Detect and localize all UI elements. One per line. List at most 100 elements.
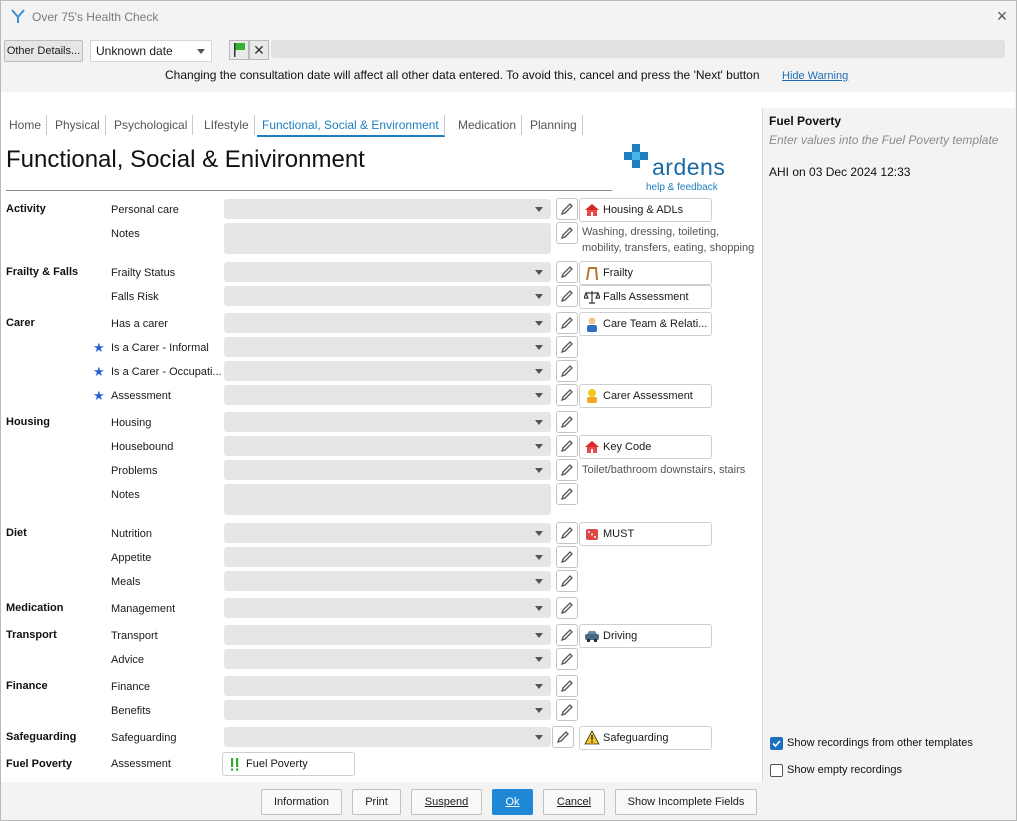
cancel-button[interactable]: Cancel [543, 789, 605, 815]
clear-date-button[interactable]: ✕ [249, 40, 269, 60]
must-button[interactable]: MUST [579, 522, 712, 546]
tab-lifestyle[interactable]: LIfestyle [199, 115, 255, 135]
falls-risk-select[interactable] [224, 286, 551, 306]
edit-pencil-button[interactable] [556, 624, 578, 646]
print-button[interactable]: Print [352, 789, 401, 815]
window-title: Over 75's Health Check [32, 10, 159, 24]
edit-pencil-button[interactable] [556, 648, 578, 670]
tab-home[interactable]: Home [4, 115, 48, 135]
close-icon[interactable]: × [993, 7, 1011, 25]
show-other-templates-label: Show recordings from other templates [787, 737, 973, 749]
driving-button[interactable]: Driving [579, 624, 712, 648]
carer-assessment-select[interactable] [224, 385, 551, 405]
tab-psychological[interactable]: Psychological [109, 115, 194, 135]
tab-functional-social-environment[interactable]: Functional, Social & Environment [257, 115, 445, 137]
carer-assessment-button[interactable]: Carer Assessment [579, 384, 712, 408]
other-details-button[interactable]: Other Details... [4, 40, 83, 62]
management-select[interactable] [224, 598, 551, 618]
edit-pencil-button[interactable] [556, 570, 578, 592]
show-other-templates-checkbox[interactable] [770, 737, 783, 750]
housing-adls-button[interactable]: Housing & ADLs [579, 198, 712, 222]
housing-select[interactable] [224, 412, 551, 432]
tab-medication[interactable]: Medication [453, 115, 523, 135]
finance-select[interactable] [224, 676, 551, 696]
has-carer-select[interactable] [224, 313, 551, 333]
consultation-date-select[interactable]: Unknown date [90, 40, 212, 62]
help-feedback-link[interactable]: help & feedback [646, 182, 718, 193]
recording-entry[interactable]: AHI on 03 Dec 2024 12:33 [769, 165, 910, 179]
label-finance: Finance [111, 681, 151, 693]
edit-pencil-button[interactable] [552, 726, 574, 748]
falls-assessment-button[interactable]: Falls Assessment [579, 285, 712, 309]
chevron-down-icon [535, 393, 543, 398]
edit-pencil-button[interactable] [556, 699, 578, 721]
star-icon: ★ [93, 340, 105, 355]
benefits-select[interactable] [224, 700, 551, 720]
show-incomplete-fields-button[interactable]: Show Incomplete Fields [615, 789, 757, 815]
label-activity-notes: Notes [111, 228, 140, 240]
fuel-poverty-button[interactable]: Fuel Poverty [222, 752, 355, 776]
pencil-icon [560, 440, 573, 453]
chevron-down-icon [535, 555, 543, 560]
safeguarding-button[interactable]: Safeguarding [579, 726, 712, 750]
edit-pencil-button[interactable] [556, 435, 578, 457]
meals-select[interactable] [224, 571, 551, 591]
edit-pencil-button[interactable] [556, 285, 578, 307]
pencil-icon [560, 704, 573, 717]
pencil-icon [560, 629, 573, 642]
edit-pencil-button[interactable] [556, 312, 578, 334]
appetite-select[interactable] [224, 547, 551, 567]
activity-hint-line-2: mobility, transfers, eating, shopping [582, 242, 755, 254]
edit-pencil-button[interactable] [556, 483, 578, 505]
tab-planning[interactable]: Planning [525, 115, 583, 135]
edit-pencil-button[interactable] [556, 546, 578, 568]
edit-pencil-button[interactable] [556, 222, 578, 244]
nutrition-select[interactable] [224, 523, 551, 543]
activity-hint-line-1: Washing, dressing, toileting, [582, 226, 720, 238]
toolbar-field[interactable] [271, 40, 1005, 58]
hide-warning-link[interactable]: Hide Warning [782, 70, 848, 82]
housebound-select[interactable] [224, 436, 551, 456]
housing-notes-field[interactable] [224, 484, 551, 515]
edit-pencil-button[interactable] [556, 459, 578, 481]
advice-select[interactable] [224, 649, 551, 669]
edit-pencil-button[interactable] [556, 597, 578, 619]
pencil-icon [560, 317, 573, 330]
personal-care-select[interactable] [224, 199, 551, 219]
edit-pencil-button[interactable] [556, 411, 578, 433]
activity-notes-field[interactable] [224, 223, 551, 254]
show-empty-recordings-checkbox[interactable] [770, 764, 783, 777]
edit-pencil-button[interactable] [556, 522, 578, 544]
problems-select[interactable] [224, 460, 551, 480]
pencil-icon [560, 602, 573, 615]
checkmark-icon [772, 740, 781, 748]
title-bar: Over 75's Health Check × [1, 1, 1016, 32]
carer-informal-select[interactable] [224, 337, 551, 357]
frailty-button[interactable]: Frailty [579, 261, 712, 285]
transport-select[interactable] [224, 625, 551, 645]
section-frailty-falls: Frailty & Falls [6, 266, 79, 278]
information-button[interactable]: Information [261, 789, 342, 815]
key-code-button[interactable]: Key Code [579, 435, 712, 459]
side-panel-subtitle: Enter values into the Fuel Poverty templ… [769, 133, 999, 147]
edit-pencil-button[interactable] [556, 198, 578, 220]
edit-pencil-button[interactable] [556, 261, 578, 283]
safeguarding-select[interactable] [224, 727, 551, 747]
walking-frame-icon [586, 267, 598, 281]
frailty-status-select[interactable] [224, 262, 551, 282]
edit-pencil-button[interactable] [556, 675, 578, 697]
pencil-icon [560, 341, 573, 354]
carer-occupational-select[interactable] [224, 361, 551, 381]
edit-pencil-button[interactable] [556, 360, 578, 382]
edit-pencil-button[interactable] [556, 336, 578, 358]
edit-pencil-button[interactable] [556, 384, 578, 406]
ok-button[interactable]: Ok [492, 789, 533, 815]
pencil-icon [560, 290, 573, 303]
suspend-button[interactable]: Suspend [411, 789, 482, 815]
care-team-button[interactable]: Care Team & Relati... [579, 312, 712, 336]
chevron-down-icon [535, 345, 543, 350]
flag-button[interactable] [229, 40, 249, 60]
tab-bar: Home Physical Psychological LIfestyle Fu… [2, 109, 760, 139]
carer-icon [587, 389, 597, 403]
tab-physical[interactable]: Physical [50, 115, 106, 135]
